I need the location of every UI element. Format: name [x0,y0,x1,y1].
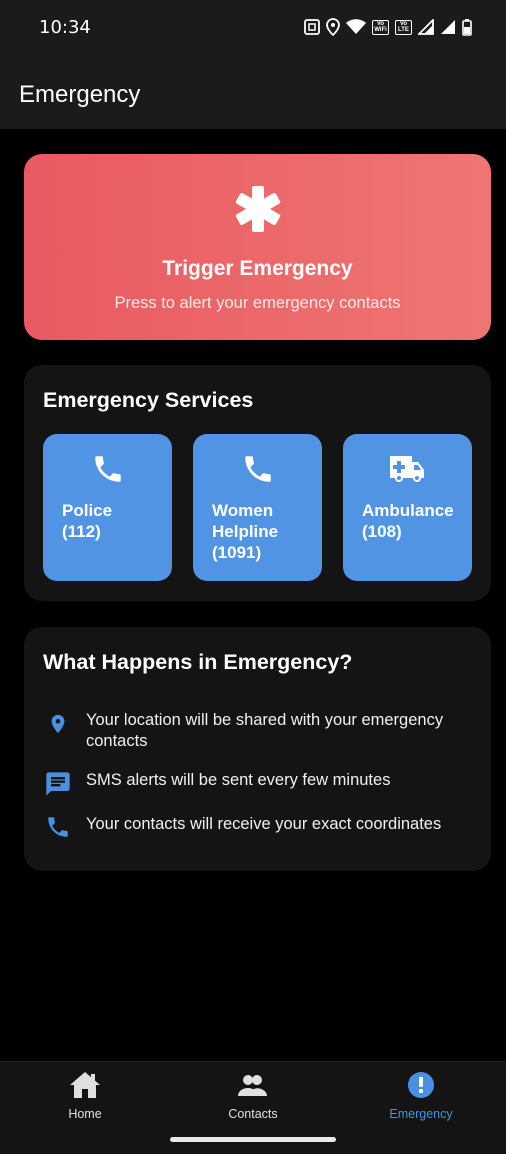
status-icons: Vo WiFi Vo LTE [304,18,472,36]
signal-icon [418,19,434,35]
info-title: What Happens in Emergency? [43,650,353,674]
message-icon [43,770,73,798]
wifi-icon [346,19,366,35]
trigger-emergency-button[interactable]: Trigger Emergency Press to alert your em… [24,154,491,340]
location-icon [326,18,340,36]
home-icon [69,1070,101,1105]
nav-contacts[interactable]: Contacts [169,1062,337,1132]
ambulance-label: Ambulance (108) [362,501,454,541]
trigger-subtitle: Press to alert your emergency contacts [114,294,401,312]
phone-icon [43,814,73,840]
signal-icon [440,19,456,35]
women-helpline-label: Women Helpline (1091) [212,501,279,562]
battery-icon [462,18,472,36]
trigger-title: Trigger Emergency [162,257,353,280]
list-item: SMS alerts will be sent every few minute… [43,770,473,798]
nfc-icon [304,19,320,35]
asterisk-icon [233,184,283,234]
nav-emergency[interactable]: Emergency [337,1062,505,1132]
police-button[interactable]: Police (112) [43,434,172,581]
status-time: 10:34 [39,17,91,38]
nav-emergency-label: Emergency [389,1107,453,1121]
police-label: Police (112) [62,501,113,541]
location-pin-icon [43,710,73,752]
services-title: Emergency Services [43,388,254,412]
emergency-services-card: Emergency Services Police (112) Women He… [24,365,491,601]
page-title: Emergency [19,81,141,108]
list-item: Your contacts will receive your exact co… [43,814,473,840]
home-indicator[interactable] [170,1137,336,1142]
women-helpline-button[interactable]: Women Helpline (1091) [193,434,322,581]
info-text: Your contacts will receive your exact co… [86,815,442,833]
nav-home-label: Home [68,1107,102,1121]
nav-contacts-label: Contacts [228,1107,278,1121]
info-text: SMS alerts will be sent every few minute… [86,771,391,789]
what-happens-card: What Happens in Emergency? Your location… [24,627,491,871]
volte-badge: Vo LTE [395,19,412,35]
ambulance-button[interactable]: Ambulance (108) [343,434,472,581]
ambulance-icon [388,452,428,491]
alert-circle-icon [406,1070,436,1105]
nav-home[interactable]: Home [1,1062,169,1132]
info-text: Your location will be shared with your e… [86,711,444,750]
status-bar: 10:34 Vo WiFi Vo LTE [0,0,506,56]
phone-icon [91,452,125,491]
phone-icon [241,452,275,491]
people-icon [237,1070,269,1105]
app-bar: Emergency [0,56,506,129]
vowifi-badge: Vo WiFi [372,19,389,35]
list-item: Your location will be shared with your e… [43,710,473,752]
